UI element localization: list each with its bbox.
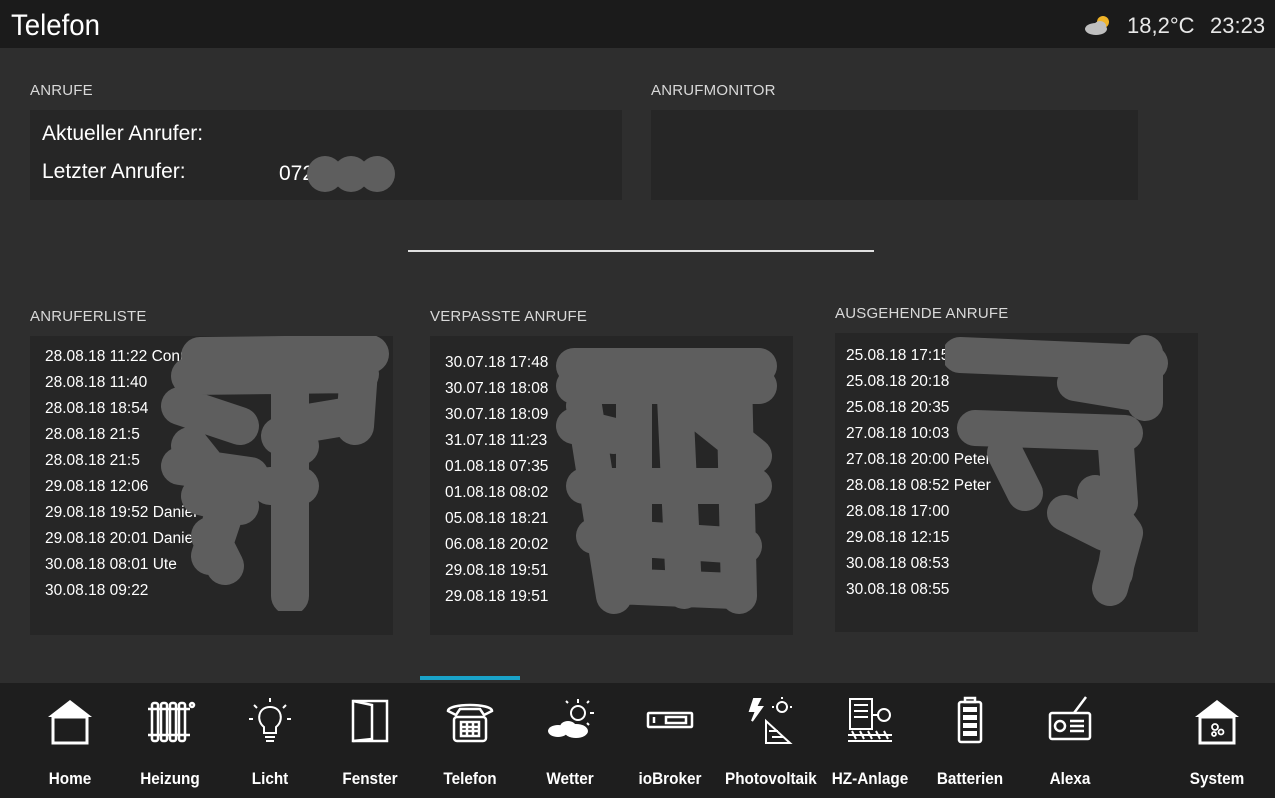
window-icon	[351, 699, 389, 743]
list-item: 28.08.18 17:00	[846, 503, 950, 520]
clock: 23:23	[1210, 13, 1266, 38]
last-caller-label: Letzter Anrufer:	[42, 160, 186, 183]
list-item: 25.08.18 20:35	[846, 399, 950, 416]
server-icon	[646, 711, 694, 729]
nav-label: Photovoltaik	[725, 769, 817, 788]
list-item: 30.07.18 18:08	[445, 380, 549, 397]
redaction-scribble	[945, 335, 1168, 606]
nav-heizung[interactable]: Heizung	[120, 683, 220, 798]
nav-label: Licht	[251, 769, 289, 788]
redaction-scribble	[307, 156, 395, 192]
list-item: 01.08.18 07:35	[445, 458, 549, 475]
list-item: 06.08.18 20:02	[445, 536, 549, 553]
nav-label: Heizung	[140, 769, 200, 788]
list-item: 31.07.18 11:23	[445, 432, 548, 449]
house-icon	[48, 700, 92, 745]
nav-label: Alexa	[1049, 769, 1091, 788]
redaction-scribble	[161, 336, 389, 611]
list-item: 28.08.18 18:54	[45, 400, 149, 417]
nav-label: HZ-Anlage	[831, 769, 909, 788]
partly-cloudy-icon	[1085, 16, 1109, 35]
nav-label: Fenster	[342, 769, 398, 788]
nav-fenster[interactable]: Fenster	[320, 683, 420, 798]
nav-photovoltaik[interactable]: Photovoltaik	[720, 683, 820, 798]
list-item: 29.08.18 12:15	[846, 529, 950, 546]
telephone-icon	[446, 703, 494, 743]
anruferliste-label: ANRUFERLISTE	[30, 308, 147, 325]
nav-system[interactable]: System	[1167, 683, 1267, 798]
anrufe-label: ANRUFE	[30, 82, 93, 99]
active-tab-indicator	[420, 676, 520, 680]
solar-panel-icon	[748, 697, 793, 744]
verpasste-card: 30.07.18 17:48 30.07.18 18:08 30.07.18 1…	[430, 336, 793, 635]
current-caller-label: Aktueller Anrufer:	[42, 122, 204, 145]
divider	[408, 250, 874, 252]
anruferliste-card: 28.08.18 11:22 Conni 28.08.18 11:40 28.0…	[30, 336, 393, 635]
nav-batterien[interactable]: Batterien	[920, 683, 1020, 798]
list-item: 27.08.18 10:03	[846, 425, 950, 442]
anrufe-card: Aktueller Anrufer: Letzter Anrufer: 072	[30, 110, 622, 200]
nav-label: Batterien	[936, 769, 1004, 788]
light-bulb-icon	[249, 698, 291, 742]
nav-label: Wetter	[546, 769, 594, 788]
battery-icon	[957, 696, 983, 744]
list-item: 30.08.18 08:53	[846, 555, 950, 572]
list-item: 25.08.18 17:15	[846, 347, 950, 364]
temperature: 18,2°C	[1127, 13, 1195, 38]
list-item: 30.08.18 09:22	[45, 582, 149, 599]
nav-wetter[interactable]: Wetter	[520, 683, 620, 798]
nav-iobroker[interactable]: ioBroker	[620, 683, 720, 798]
verpasste-label: VERPASSTE ANRUFE	[430, 308, 588, 325]
radio-icon	[1048, 696, 1092, 741]
list-item: 29.08.18 12:06	[45, 478, 149, 495]
list-item: 28.08.18 21:5	[45, 426, 140, 443]
anrufmonitor-label: ANRUFMONITOR	[651, 82, 776, 99]
top-bar: Telefon 18,2°C 23:23	[0, 0, 1275, 48]
system-icon	[1195, 700, 1239, 745]
nav-label: System	[1189, 769, 1245, 788]
ausgehende-label: AUSGEHENDE ANRUFE	[835, 305, 1009, 322]
nav-home[interactable]: Home	[20, 683, 120, 798]
list-item: 28.08.18 21:5	[45, 452, 140, 469]
list-item: 01.08.18 08:02	[445, 484, 549, 501]
list-item: 30.08.18 08:55	[846, 581, 950, 598]
nav-hz-anlage[interactable]: HZ-Anlage	[820, 683, 920, 798]
nav-alexa[interactable]: Alexa	[1020, 683, 1120, 798]
anrufmonitor-card	[651, 110, 1138, 200]
page-title: Telefon	[11, 9, 101, 42]
list-item: 30.07.18 18:09	[445, 406, 549, 423]
list-item: 05.08.18 18:21	[445, 510, 549, 527]
list-item: 29.08.18 19:51	[445, 588, 549, 605]
list-item: 25.08.18 20:18	[846, 373, 950, 390]
nav-telefon[interactable]: Telefon	[420, 683, 520, 798]
list-item: 29.08.18 19:51	[445, 562, 549, 579]
nav-label: Home	[48, 769, 92, 788]
weather-icon	[548, 699, 594, 738]
nav-licht[interactable]: Licht	[220, 683, 320, 798]
redaction-scribble	[556, 348, 777, 614]
heating-system-icon	[848, 698, 892, 742]
radiator-icon	[148, 701, 196, 743]
nav-label: ioBroker	[638, 769, 702, 788]
ausgehende-card: 25.08.18 17:15 25.08.18 20:18 25.08.18 2…	[835, 333, 1198, 632]
list-item: 30.07.18 17:48	[445, 354, 549, 371]
nav-label: Telefon	[443, 769, 497, 788]
list-item: 28.08.18 11:40	[45, 374, 148, 391]
